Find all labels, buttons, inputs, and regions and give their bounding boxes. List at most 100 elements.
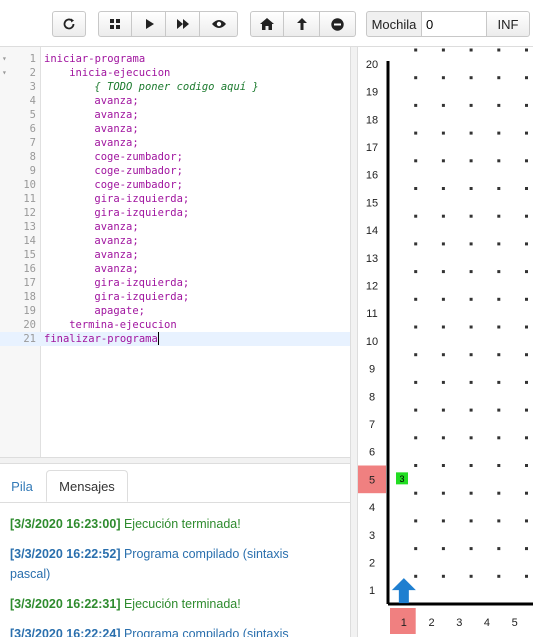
fold-arrow-icon[interactable]: ▾: [2, 66, 7, 80]
row-label: 13: [366, 253, 378, 265]
grid-dot: [469, 353, 473, 357]
line-number: 10: [23, 179, 36, 191]
row-label: 19: [366, 87, 378, 99]
tab-pila[interactable]: Pila: [0, 470, 44, 502]
code-line[interactable]: 13 avanza;: [0, 220, 350, 234]
code-text: avanza;: [94, 263, 139, 275]
code-line[interactable]: 14 avanza;: [0, 234, 350, 248]
grid-dot: [497, 325, 501, 329]
infinite-button[interactable]: INF: [486, 11, 530, 37]
grid-dot: [414, 547, 418, 551]
message-timestamp: [3/3/2020 16:22:52]: [10, 547, 121, 561]
grid-dot: [497, 76, 501, 80]
row-label: 20: [366, 59, 378, 71]
run-button[interactable]: [132, 11, 166, 37]
text-cursor: [158, 332, 160, 345]
message-text: Programa compilado (sintaxis: [120, 627, 289, 637]
grid-dot: [497, 159, 501, 163]
grid-dot: [497, 380, 501, 384]
code-line[interactable]: 3 { TODO poner codigo aquí }: [0, 80, 350, 94]
code-line[interactable]: 19 apagate;: [0, 304, 350, 318]
code-line[interactable]: 12 gira-izquierda;: [0, 206, 350, 220]
code-line[interactable]: 16 avanza;: [0, 262, 350, 276]
code-line[interactable]: 15 avanza;: [0, 248, 350, 262]
line-number: 19: [23, 305, 36, 317]
grid-icon: [110, 19, 120, 29]
grid-button[interactable]: [98, 11, 132, 37]
code-editor[interactable]: ▾ 1 iniciar-programa ▾ 2 inicia-ejecucion 3 { T…: [0, 47, 350, 457]
grid-dot: [525, 408, 528, 412]
code-text: coge-zumbador;: [94, 165, 183, 177]
world-grid[interactable]: 20191817161514131211109876543211 2 3 4 53: [358, 47, 533, 637]
code-text: termina-ejecucion: [69, 319, 177, 331]
code-line[interactable]: 5 avanza;: [0, 108, 350, 122]
reset-button[interactable]: [52, 11, 86, 37]
code-line[interactable]: 20 termina-ejecucion: [0, 318, 350, 332]
code-line[interactable]: 18 gira-izquierda;: [0, 290, 350, 304]
tab-mensajes[interactable]: Mensajes: [46, 470, 128, 502]
code-line[interactable]: 21 finalizar-programa: [0, 332, 350, 346]
home-button[interactable]: [250, 11, 284, 37]
grid-dot: [441, 131, 445, 135]
grid-dot: [497, 464, 501, 467]
row-label: 2: [369, 557, 375, 569]
messages-panel: [3/3/2020 16:23:00] Ejecución terminada!…: [0, 502, 350, 637]
view-button[interactable]: [200, 11, 238, 37]
line-number: 20: [23, 319, 36, 331]
grid-dot: [469, 297, 473, 301]
grid-dot: [469, 103, 473, 107]
grid-dot: [497, 242, 501, 246]
grid-dot: [469, 436, 473, 440]
grid-dot: [441, 491, 445, 495]
code-line[interactable]: 6 avanza;: [0, 122, 350, 136]
grid-dot: [441, 325, 445, 329]
code-line[interactable]: 7 avanza;: [0, 136, 350, 150]
code-line[interactable]: 10 coge-zumbador;: [0, 178, 350, 192]
robot-arrow-icon[interactable]: [391, 578, 416, 604]
code-line[interactable]: 9 coge-zumbador;: [0, 164, 350, 178]
minus-circle-icon: [331, 17, 344, 31]
grid-dot: [414, 408, 418, 412]
code-line[interactable]: ▾ 2 inicia-ejecucion: [0, 66, 350, 80]
up-button[interactable]: [284, 11, 320, 37]
eye-icon: [211, 20, 226, 28]
grid-dot: [497, 547, 501, 551]
message-entry: [3/3/2020 16:22:31] Ejecución terminada!: [10, 594, 310, 614]
code-line[interactable]: 17 gira-izquierda;: [0, 276, 350, 290]
bottom-tabs: Pila Mensajes: [0, 464, 350, 503]
horizontal-splitter[interactable]: [0, 457, 350, 464]
message-entry: [3/3/2020 16:22:52] Programa compilado (…: [10, 544, 310, 584]
grid-dot: [414, 270, 418, 274]
fold-arrow-icon[interactable]: ▾: [2, 52, 7, 66]
code-line[interactable]: ▾ 1 iniciar-programa: [0, 52, 350, 66]
grid-dot: [414, 242, 418, 246]
stop-button[interactable]: [320, 11, 356, 37]
fast-run-button[interactable]: [166, 11, 200, 37]
grid-dot: [414, 76, 418, 80]
toolbar: Mochila INF: [0, 0, 533, 47]
grid-dot: [414, 464, 418, 467]
column-label: 5: [512, 617, 518, 629]
line-number: 1: [29, 53, 36, 65]
grid-dot: [525, 297, 528, 301]
grid-dot: [525, 574, 528, 578]
code-line[interactable]: 11 gira-izquierda;: [0, 192, 350, 206]
code-line[interactable]: 8 coge-zumbador;: [0, 150, 350, 164]
code-line[interactable]: 4 avanza;: [0, 94, 350, 108]
grid-dot: [525, 103, 528, 107]
message-text: Ejecución terminada!: [120, 517, 241, 531]
line-number: 18: [23, 291, 36, 303]
line-number: 14: [23, 235, 36, 247]
grid-dot: [469, 76, 473, 80]
up-arrow-icon: [296, 18, 307, 30]
world-panel[interactable]: 20 19 18 17 16 15 14 13 12 11 10 9 8 7 6 5 4 3 2 1 1 2 3 4 5 3: [358, 47, 533, 637]
code-text: inicia-ejecucion: [69, 67, 171, 79]
mochila-input[interactable]: [421, 11, 487, 37]
beeper-count: 3: [399, 474, 404, 484]
vertical-splitter[interactable]: [350, 47, 358, 637]
grid-dot: [441, 519, 445, 523]
mochila-label: Mochila: [366, 11, 422, 37]
grid-dot: [441, 214, 445, 218]
grid-dot: [441, 76, 445, 80]
grid-dot: [414, 325, 418, 329]
